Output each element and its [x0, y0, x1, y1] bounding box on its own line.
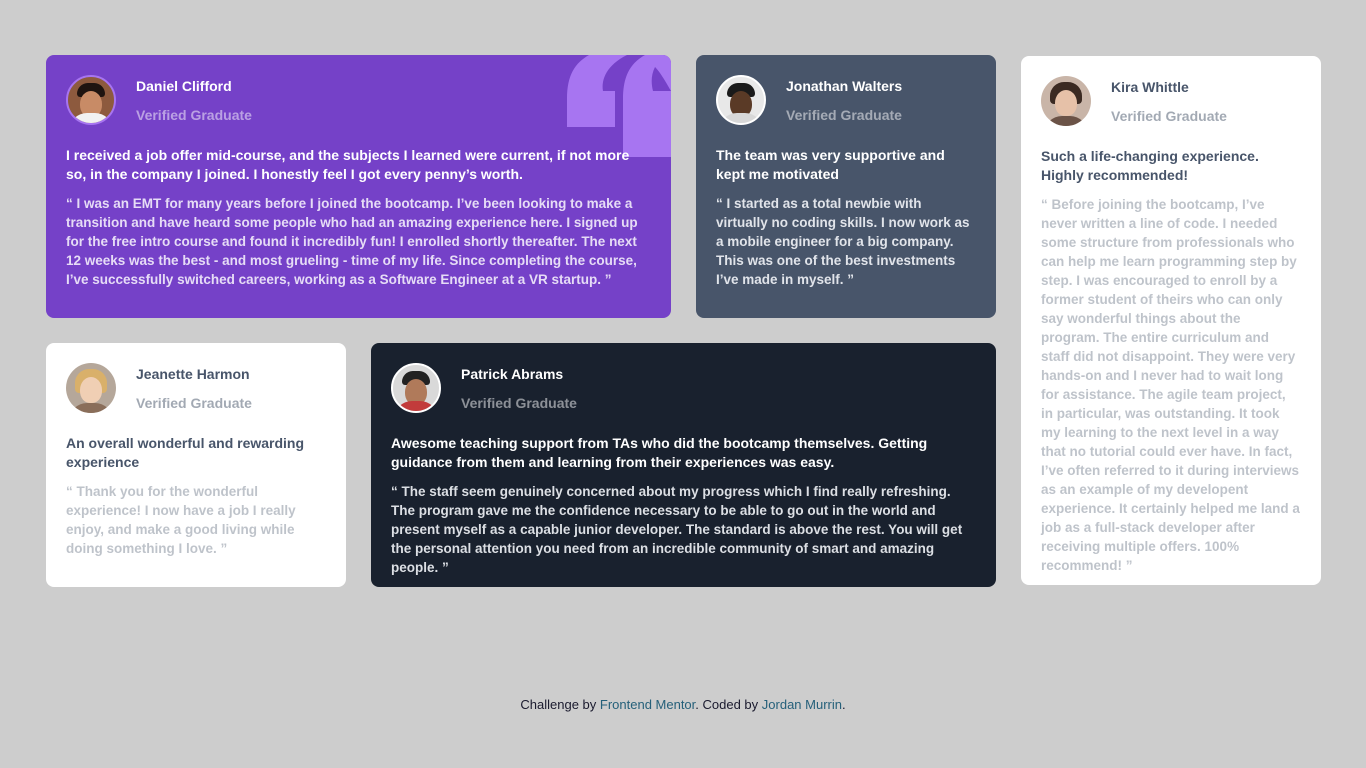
testimonial-quote: “ Thank you for the wonderful experience…	[66, 484, 296, 556]
author-link[interactable]: Jordan Murrin	[762, 697, 842, 712]
reviewer-role: Verified Graduate	[461, 395, 577, 411]
reviewer-name: Daniel Clifford	[136, 78, 232, 94]
testimonial-card-jonathan: Jonathan Walters Verified Graduate The t…	[696, 55, 996, 318]
card-header: Patrick Abrams Verified Graduate	[391, 363, 976, 413]
reviewer-role: Verified Graduate	[786, 107, 902, 123]
frontend-mentor-link[interactable]: Frontend Mentor	[600, 697, 695, 712]
reviewer-role: Verified Graduate	[136, 107, 252, 123]
card-header: Jonathan Walters Verified Graduate	[716, 75, 976, 125]
reviewer-role: Verified Graduate	[136, 395, 252, 411]
card-header: Daniel Clifford Verified Graduate	[66, 75, 651, 125]
testimonial-headline: An overall wonderful and rewarding exper…	[66, 435, 305, 470]
testimonial-card-daniel: Daniel Clifford Verified Graduate I rece…	[46, 55, 671, 318]
testimonial-headline: The team was very supportive and kept me…	[716, 147, 945, 182]
testimonial-card-patrick: Patrick Abrams Verified Graduate Awesome…	[371, 343, 996, 587]
testimonial-quote: “ The staff seem genuinely concerned abo…	[391, 484, 963, 575]
name-block: Jeanette Harmon Verified Graduate	[136, 363, 252, 412]
avatar-kira	[1041, 76, 1091, 126]
testimonial-quote: “ I started as a total newbie with virtu…	[716, 196, 970, 287]
attribution-prefix: Challenge by	[520, 697, 597, 712]
attribution-middle: . Coded by	[695, 697, 759, 712]
name-block: Jonathan Walters Verified Graduate	[786, 75, 902, 124]
attribution-footer: Challenge by Frontend Mentor. Coded by J…	[0, 696, 1366, 714]
card-header: Jeanette Harmon Verified Graduate	[66, 363, 326, 413]
reviewer-name: Jonathan Walters	[786, 78, 903, 94]
name-block: Kira Whittle Verified Graduate	[1111, 76, 1227, 125]
reviewer-role: Verified Graduate	[1111, 108, 1227, 124]
testimonial-headline: I received a job offer mid-course, and t…	[66, 147, 630, 182]
testimonial-headline: Such a life-changing experience. Highly …	[1041, 148, 1259, 183]
avatar-jeanette	[66, 363, 116, 413]
reviewer-name: Patrick Abrams	[461, 366, 564, 382]
testimonial-headline: Awesome teaching support from TAs who di…	[391, 435, 928, 470]
card-header: Kira Whittle Verified Graduate	[1041, 76, 1301, 126]
testimonial-quote: “ Before joining the bootcamp, I’ve neve…	[1041, 197, 1300, 573]
avatar-daniel	[66, 75, 116, 125]
avatar-jonathan	[716, 75, 766, 125]
reviewer-name: Jeanette Harmon	[136, 366, 250, 382]
testimonial-quote: “ I was an EMT for many years before I j…	[66, 196, 638, 287]
attribution-suffix: .	[841, 697, 846, 712]
reviewer-name: Kira Whittle	[1111, 79, 1189, 95]
name-block: Patrick Abrams Verified Graduate	[461, 363, 577, 412]
avatar-patrick	[391, 363, 441, 413]
testimonial-card-jeanette: Jeanette Harmon Verified Graduate An ove…	[46, 343, 346, 587]
name-block: Daniel Clifford Verified Graduate	[136, 75, 252, 124]
testimonial-card-kira: Kira Whittle Verified Graduate Such a li…	[1021, 56, 1321, 585]
